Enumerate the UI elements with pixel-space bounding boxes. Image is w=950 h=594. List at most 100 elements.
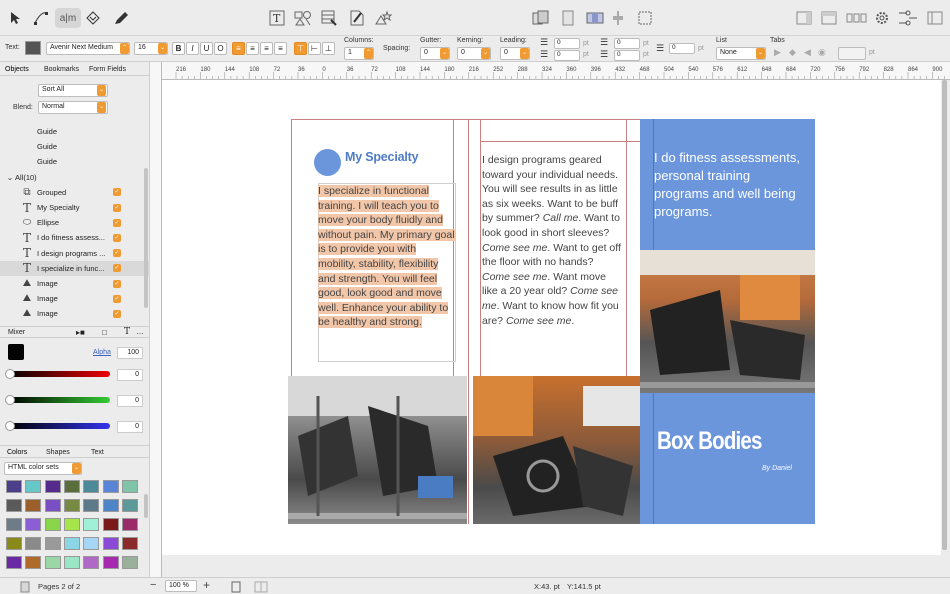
layout-icon[interactable] [584, 8, 606, 28]
font-name-field[interactable]: Avenir Next Medium [46, 42, 130, 55]
color-swatch[interactable] [44, 556, 61, 569]
color-swatch[interactable] [121, 537, 138, 550]
color-swatch[interactable] [121, 518, 138, 531]
color-swatch[interactable] [25, 518, 42, 531]
tab-text[interactable]: Text [91, 449, 104, 456]
current-color-swatch[interactable] [8, 344, 24, 360]
list-style-dropdown-icon[interactable]: ⌄ [756, 48, 765, 59]
color-swatch[interactable] [25, 556, 42, 569]
object-list-item[interactable]: Guide [0, 124, 150, 139]
valign-top-button[interactable]: ⊤ [294, 42, 307, 55]
green-field[interactable]: 0 [117, 395, 143, 407]
crop-icon[interactable] [634, 8, 656, 28]
pen-tool-icon[interactable] [110, 8, 132, 28]
tab-colors[interactable]: Colors [7, 449, 27, 456]
color-swatch[interactable] [44, 480, 61, 493]
indent-left-field[interactable]: 0 [554, 50, 580, 61]
objects-scrollbar[interactable] [144, 168, 148, 308]
font-name-stepper-icon[interactable]: ⌃ [120, 43, 129, 54]
visibility-checkbox[interactable]: ✓ [113, 233, 121, 242]
leading-stepper-icon[interactable]: ⌄ [520, 48, 529, 59]
tab-objects[interactable]: Objects [5, 66, 29, 73]
brand-byline[interactable]: By Daniel [762, 465, 792, 472]
color-swatch[interactable] [44, 518, 61, 531]
programs-text[interactable]: I design programs geared toward your ind… [482, 153, 624, 328]
alpha-field[interactable]: 100 [117, 347, 143, 359]
sidebar-toggle-icon[interactable] [924, 8, 946, 28]
object-list-item[interactable]: ⛰ Image ✓ [0, 291, 150, 306]
align-icon[interactable] [607, 8, 629, 28]
object-list-item[interactable]: T My Specialty ✓ [0, 200, 150, 215]
color-swatch[interactable] [25, 480, 42, 493]
assessments-text[interactable]: I do fitness assessments, personal train… [654, 149, 806, 221]
link-tool-icon[interactable] [82, 8, 104, 28]
tab-right-icon[interactable]: ◀ [804, 47, 811, 58]
visibility-checkbox[interactable]: ✓ [113, 203, 121, 212]
color-swatch[interactable] [44, 499, 61, 512]
red-field[interactable]: 0 [117, 369, 143, 381]
color-swatch[interactable] [63, 556, 80, 569]
bezier-tool-icon[interactable] [30, 8, 52, 28]
sort-dropdown-icon[interactable]: ⌄ [97, 85, 106, 96]
canvas-scrollbar[interactable] [942, 80, 947, 550]
blend-dropdown-icon[interactable]: ⌄ [97, 102, 106, 113]
gym-photo-1[interactable] [288, 376, 467, 524]
underline-button[interactable]: U [200, 42, 213, 55]
font-size-dropdown-icon[interactable]: ⌄ [158, 43, 167, 54]
valign-middle-button[interactable]: ⊢ [308, 42, 321, 55]
tab-left-icon[interactable]: ▶ [774, 47, 781, 58]
zoom-out-icon[interactable]: − [150, 579, 156, 591]
color-swatch[interactable] [83, 556, 100, 569]
arrow-select-icon[interactable] [4, 8, 26, 28]
color-swatch[interactable] [102, 499, 119, 512]
object-list-item[interactable]: T I do fitness assess... ✓ [0, 230, 150, 245]
tab-position-field[interactable] [838, 47, 866, 60]
color-swatch[interactable] [63, 499, 80, 512]
visibility-checkbox[interactable]: ✓ [113, 188, 121, 197]
palette-dropdown-icon[interactable]: ⌄ [72, 463, 81, 474]
color-swatch[interactable] [83, 480, 100, 493]
tab-decimal-icon[interactable]: ◉ [818, 47, 826, 58]
table-tool-icon[interactable] [318, 8, 340, 28]
color-swatch[interactable] [121, 480, 138, 493]
copy-page-icon[interactable] [530, 8, 552, 28]
object-list-item[interactable]: Guide [0, 154, 150, 169]
columns-stepper-icon[interactable]: ⌃ [364, 48, 373, 59]
align-right-button[interactable]: ≡ [260, 42, 273, 55]
blue-slider[interactable] [8, 423, 110, 429]
indent-right-field[interactable]: 0 [669, 43, 695, 54]
color-swatch[interactable] [6, 518, 22, 531]
color-swatch[interactable] [121, 556, 138, 569]
color-swatch[interactable] [63, 480, 80, 493]
specialty-text[interactable]: I specialize in functional training. I w… [318, 184, 456, 330]
color-swatch[interactable] [63, 537, 80, 550]
align-left-button[interactable]: ≡ [232, 42, 245, 55]
stroke-mode-icon[interactable]: □ [102, 328, 107, 337]
gutter-stepper-icon[interactable]: ⌄ [440, 48, 449, 59]
text-box-icon[interactable]: T [266, 8, 288, 28]
gear-icon[interactable] [871, 8, 893, 28]
visibility-checkbox[interactable]: ✓ [113, 309, 121, 318]
text-color-swatch[interactable] [25, 41, 41, 55]
red-slider[interactable] [8, 371, 110, 377]
tab-bookmarks[interactable]: Bookmarks [44, 66, 79, 73]
visibility-checkbox[interactable]: ✓ [113, 264, 121, 273]
kerning-stepper-icon[interactable]: ⌄ [481, 48, 490, 59]
color-swatch[interactable] [83, 518, 100, 531]
color-swatch[interactable] [25, 499, 42, 512]
connect-icon[interactable] [896, 8, 920, 28]
bold-button[interactable]: B [172, 42, 185, 55]
italic-button[interactable]: I [186, 42, 199, 55]
panel-bottom-icon[interactable] [818, 8, 840, 28]
object-list-item[interactable]: ⬭ Ellipse ✓ [0, 215, 150, 230]
object-list-item[interactable]: ⧉ Grouped ✓ [0, 185, 150, 200]
blue-field[interactable]: 0 [117, 421, 143, 433]
stamp-tool-icon[interactable] [372, 8, 394, 28]
tab-shapes[interactable]: Shapes [46, 449, 70, 456]
green-slider[interactable] [8, 397, 110, 403]
align-center-button[interactable]: ≡ [246, 42, 259, 55]
shapes-icon[interactable] [292, 8, 314, 28]
object-list-item[interactable]: ⛰ Image ✓ [0, 276, 150, 291]
color-swatch[interactable] [6, 537, 22, 550]
specialty-ellipse[interactable] [314, 149, 341, 176]
